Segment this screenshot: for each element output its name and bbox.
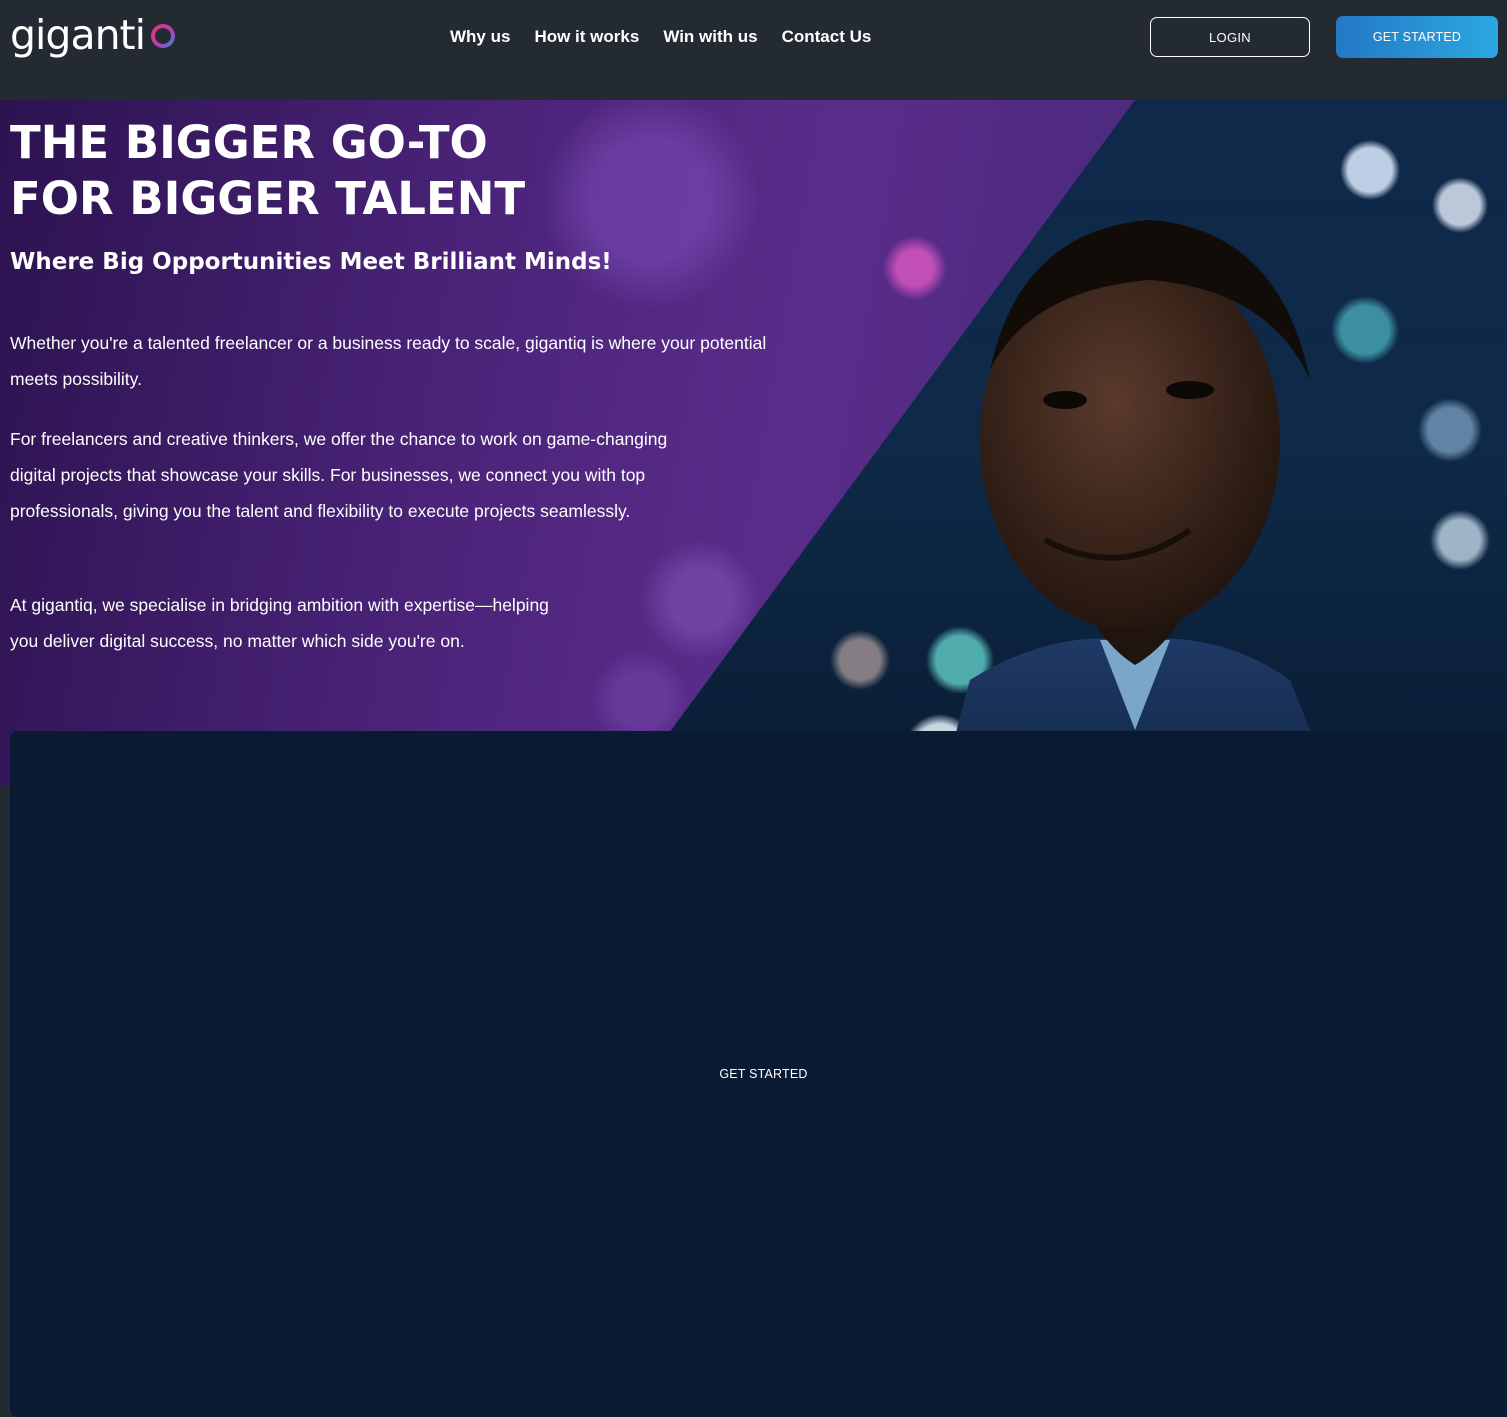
gigantiq-logo[interactable]: giganti xyxy=(10,4,175,60)
hero-section: THE BIGGER GO-TO FOR BIGGER TALENT Where… xyxy=(0,100,1507,786)
hero-get-started-button[interactable]: GET STARTED xyxy=(10,731,1507,1417)
nav-contact-us[interactable]: Contact Us xyxy=(782,24,872,50)
nav-why-us[interactable]: Why us xyxy=(450,24,510,50)
login-button[interactable]: LOGIN xyxy=(1150,17,1310,57)
hero-paragraph-1: Whether you're a talented freelancer or … xyxy=(10,333,767,389)
hero-title: THE BIGGER GO-TO FOR BIGGER TALENT xyxy=(10,115,570,227)
nav-win-with-us[interactable]: Win with us xyxy=(663,24,757,50)
logo-wordmark: giganti xyxy=(10,11,146,59)
hero-subtitle: Where Big Opportunities Meet Brilliant M… xyxy=(10,249,612,275)
hero-person-illustration xyxy=(941,220,1333,786)
hero-paragraph-3: At gigantiq, we specialise in bridging a… xyxy=(10,595,549,651)
hero-paragraph-2: For freelancers and creative thinkers, w… xyxy=(10,429,668,521)
hero-title-line1: THE BIGGER GO-TO xyxy=(10,116,488,169)
main-nav: Why us How it works Win with us Contact … xyxy=(450,24,871,50)
hero-title-line2: FOR BIGGER TALENT xyxy=(10,172,526,225)
nav-how-it-works[interactable]: How it works xyxy=(534,24,639,50)
header-get-started-button[interactable]: GET STARTED xyxy=(1336,16,1498,58)
site-header: giganti Why us How it works Win with us … xyxy=(0,0,1507,100)
logo-q-mark-icon xyxy=(151,24,175,59)
